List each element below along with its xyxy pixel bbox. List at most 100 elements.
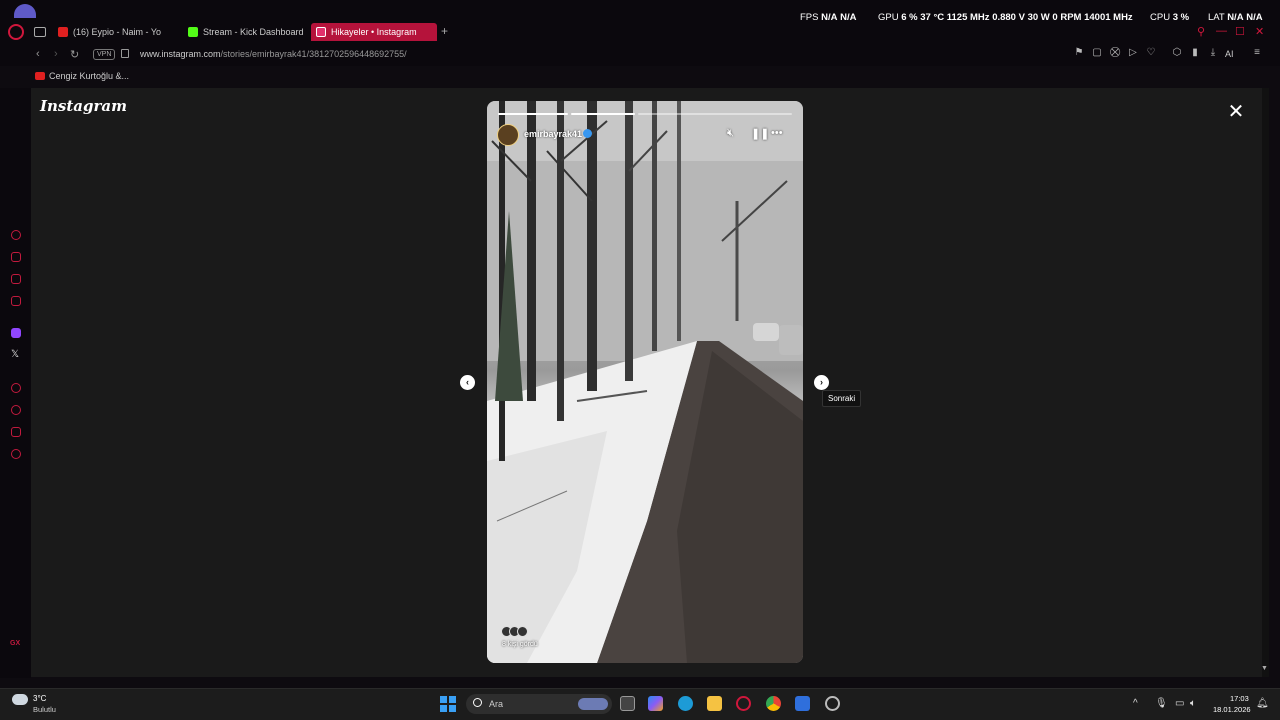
weather-temperature[interactable]: 3°C [33,694,46,703]
instagram-logo[interactable]: Instagram [40,97,127,115]
lock-icon[interactable] [121,49,129,58]
gpu-mem: 14001 MHz [1084,12,1133,23]
close-story-button[interactable]: ✕ [1226,102,1246,122]
snapshot-icon[interactable]: ▢ [1092,48,1102,58]
next-story-button[interactable]: › [814,375,829,390]
gpu-power: 30 W [1027,12,1050,23]
reload-button[interactable]: ↻ [70,48,79,61]
ai-button[interactable]: AI [1225,49,1234,59]
maximize-button[interactable]: ☐ [1235,25,1245,38]
aria-icon[interactable] [11,230,21,240]
volume-icon[interactable]: 🔈︎ [1190,698,1196,709]
tray-overflow-icon[interactable]: ^ [1133,698,1138,709]
viewer-count[interactable]: 8 kişi gördü [502,641,538,648]
url-host: www.instagram.com [140,49,221,59]
lat-value: N/A [1227,12,1244,23]
tab-label: (16) Eypio - Naim - Yo [73,27,162,37]
windows-start-icon[interactable] [440,696,456,712]
bookmark-icon[interactable]: ⚑ [1074,48,1084,58]
story-username[interactable]: emirbayrak41 [524,129,582,139]
twitch-icon[interactable] [11,328,21,338]
gx-control-icon[interactable]: GX [10,640,20,647]
pause-icon[interactable]: ❚❚ [751,127,769,140]
story-card[interactable]: emirbayrak41 🔇︎ ❚❚ ••• 8 kişi gördü [487,101,803,663]
story-progress-segment [571,113,635,115]
fps-value: N/A [821,12,838,23]
ai-label: AI [1225,49,1234,59]
window-close-button[interactable]: ✕ [1255,25,1264,38]
extensions-icon[interactable]: ⬡ [1172,48,1182,58]
fps-value-2: N/A [840,12,857,23]
url-path: /stories/emirbayrak41/381270259644869275… [220,49,407,59]
settings-gear-icon[interactable] [11,449,21,459]
tab-overview-icon[interactable] [34,27,46,37]
vpn-badge[interactable]: VPN [93,49,116,60]
edge-icon[interactable] [678,696,693,711]
scroll-down-arrow[interactable]: ▼ [1261,665,1268,672]
store-icon[interactable] [795,696,810,711]
cloud-weather-icon[interactable] [12,694,28,705]
lat-value-2: N/A [1246,12,1263,23]
minimize-button[interactable]: — [1216,25,1227,37]
url-field[interactable]: www.instagram.com/stories/emirbayrak41/3… [140,49,407,59]
player-sidebar-icon[interactable] [11,383,21,393]
download-icon[interactable]: ⤓ [1208,48,1218,58]
more-options-icon[interactable]: ••• [771,127,783,139]
scrollbar[interactable] [1262,88,1269,677]
chrome-icon[interactable] [766,696,781,711]
bookmark-item[interactable]: Cengiz Kurtoğlu &... [35,71,129,81]
gpu-fan: 0 RPM [1052,12,1082,23]
story-progress-segment [638,113,792,115]
tab-youtube[interactable]: (16) Eypio - Naim - Yo [58,23,176,41]
notification-icon[interactable]: 🔔︎ [1256,698,1269,709]
lat-label: LAT [1208,12,1225,23]
adblock-icon[interactable]: ⛒ [1110,48,1120,58]
youtube-icon [35,72,45,80]
heart-icon[interactable]: ♡ [1146,48,1156,58]
mute-icon[interactable]: 🔇︎ [727,127,734,140]
gpu-readout: GPU 6 % 37 °C 1125 MHz 0.880 V 30 W 0 RP… [878,12,1133,23]
weather-description[interactable]: Bulutlu [33,705,56,714]
windows-taskbar [0,688,1280,720]
next-tooltip: Sonraki [822,390,862,407]
steam-icon[interactable] [825,696,840,711]
history-icon[interactable] [11,405,21,415]
copilot-icon[interactable] [648,696,663,711]
tab-label: Hikayeler • Instagram [331,27,417,37]
search-icon [473,698,482,707]
x-twitter-icon[interactable]: 𝕏 [11,350,21,360]
tab-instagram[interactable]: Hikayeler • Instagram [311,23,437,41]
tab-label: Stream - Kick Dashboard [203,27,304,37]
file-explorer-icon[interactable] [707,696,722,711]
news-icon[interactable] [11,296,21,306]
previous-story-button[interactable]: ‹ [460,375,475,390]
player-icon[interactable]: ▷ [1128,48,1138,58]
network-icon[interactable]: ▭ [1175,698,1184,709]
search-placeholder[interactable]: Ara [489,699,503,709]
pinboard-icon[interactable] [11,427,21,437]
back-button[interactable]: ‹ [36,48,40,60]
opera-menu-icon[interactable] [8,24,24,40]
fps-readout: FPS N/A N/A [800,12,857,23]
pinned-extension-icon[interactable]: ▮ [1190,48,1200,58]
shop-icon[interactable] [11,252,21,262]
new-tab-button[interactable]: + [441,24,448,38]
verified-badge-icon [583,129,592,138]
search-tabs-icon[interactable]: ⚲ [1197,25,1205,38]
cpu-load: 3 % [1172,12,1190,23]
easy-setup-icon[interactable]: ≡ [1252,48,1262,58]
task-view-icon[interactable] [620,696,635,711]
viewer-avatar [517,626,528,637]
clock-date[interactable]: 18.01.2026 [1213,705,1251,714]
story-user-avatar[interactable] [497,124,519,146]
forward-button[interactable]: › [54,48,58,60]
gaming-icon[interactable] [11,274,21,284]
microphone-icon[interactable]: 🎙︎ [1155,698,1168,709]
story-photo-forest-path [487,101,803,663]
lat-readout: LAT N/A N/A [1208,12,1263,23]
clock-time[interactable]: 17:03 [1230,694,1249,703]
opera-gx-icon[interactable] [736,696,751,711]
cpu-readout: CPU 3 % [1150,12,1189,23]
tab-kick[interactable]: Stream - Kick Dashboard [188,23,308,41]
viewer-avatars[interactable] [501,626,539,637]
